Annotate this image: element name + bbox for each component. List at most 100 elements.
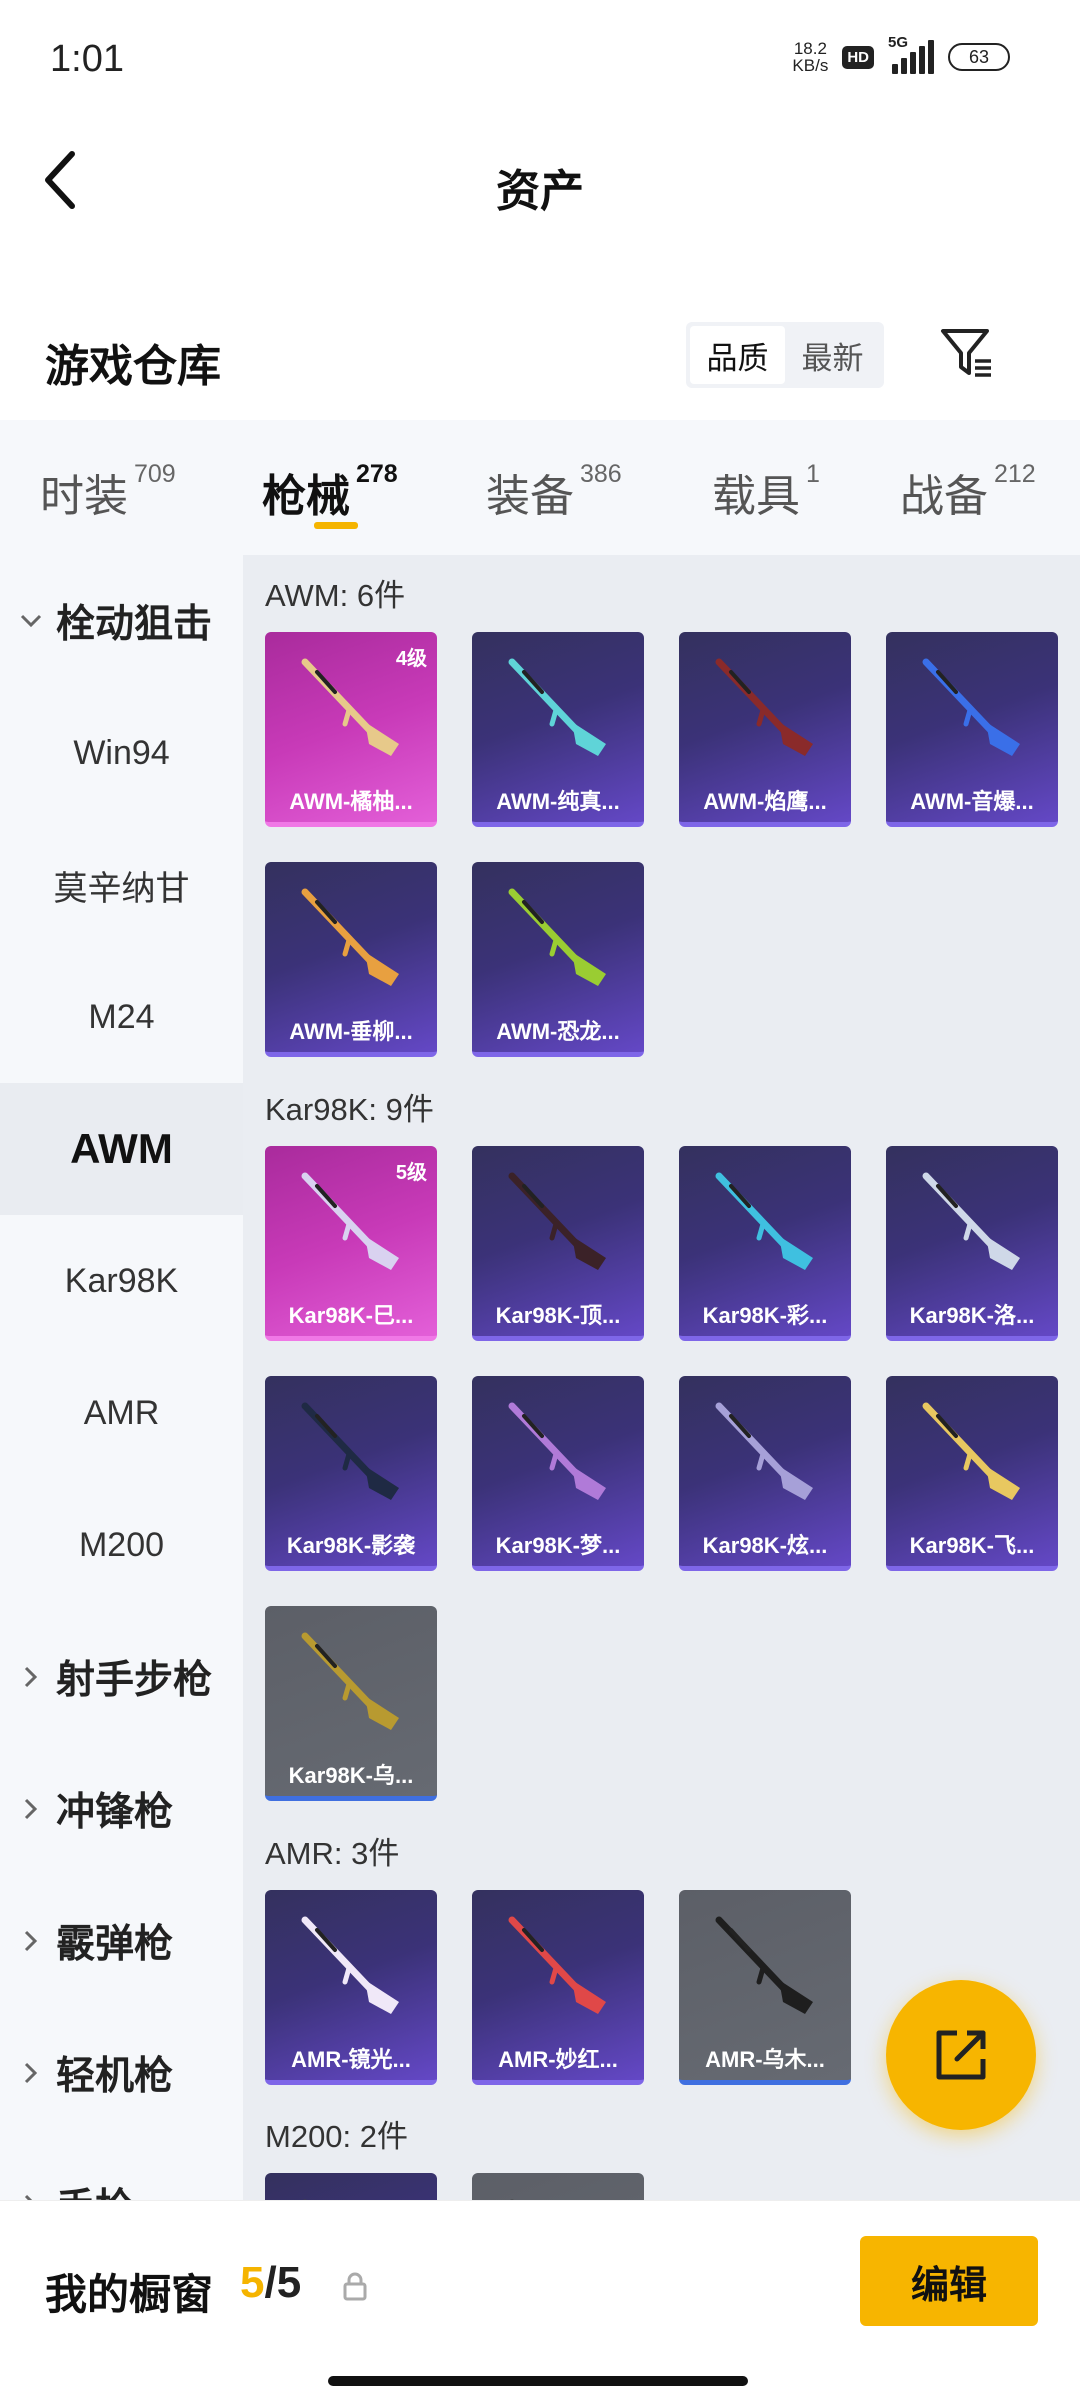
sort-toggle: 品质 最新 xyxy=(686,322,884,388)
tab-equipment[interactable]: 装备 386 xyxy=(486,460,622,524)
warehouse-title: 游戏仓库 xyxy=(45,342,221,391)
tab-label: 枪械 xyxy=(262,472,350,521)
rifle-icon xyxy=(508,1172,606,1270)
showcase-count: 5/5 xyxy=(240,2258,301,2308)
item-card[interactable]: Kar98K-顶... xyxy=(472,1146,644,1341)
item-name: Kar98K-洛... xyxy=(909,1303,1035,1328)
item-name: Kar98K-彩... xyxy=(702,1303,828,1328)
filter-button[interactable] xyxy=(932,318,1002,388)
network-speed: 18.2 KB/s xyxy=(792,40,828,74)
item-card[interactable]: AWM-垂柳... xyxy=(265,862,437,1057)
level-badge: 4级 xyxy=(395,648,427,670)
item-card[interactable]: Kar98K-乌... xyxy=(265,1606,437,1801)
item-card[interactable]: Kar98K-彩... xyxy=(679,1146,851,1341)
sidenav-label: 轻机枪 xyxy=(56,2055,174,2098)
sidenav-group-lmg[interactable]: 轻机枪 xyxy=(0,2007,243,2139)
weapon-category-nav: 栓动狙击 Win94 莫辛纳甘 M24 AWM Kar98K AMR M200 … xyxy=(0,555,243,2200)
item-card[interactable] xyxy=(472,2173,644,2200)
sort-quality-button[interactable]: 品质 xyxy=(690,326,785,384)
chevron-right-icon xyxy=(18,1796,44,1822)
item-card[interactable]: AMR-妙红... xyxy=(472,1890,644,2085)
status-time: 1:01 xyxy=(50,38,124,80)
rifle-icon xyxy=(301,1632,399,1730)
status-bar: 1:01 18.2 KB/s HD 5G 63 xyxy=(0,0,1080,120)
rifle-icon xyxy=(510,2199,514,2200)
share-button[interactable] xyxy=(886,1980,1036,2130)
network-type: 5G xyxy=(888,34,909,51)
sidenav-label: 冲锋枪 xyxy=(56,1791,174,1834)
item-card[interactable]: 5级 Kar98K-巳... xyxy=(265,1146,437,1341)
item-card[interactable]: AMR-镜光... xyxy=(265,1890,437,2085)
chevron-right-icon xyxy=(18,1664,44,1690)
chevron-right-icon xyxy=(18,1928,44,1954)
sidenav-group-smg[interactable]: 冲锋枪 xyxy=(0,1743,243,1875)
sidenav-item-kar98k[interactable]: Kar98K xyxy=(0,1215,243,1347)
section-title-m200: M200: 2件 xyxy=(265,2119,409,2154)
tab-vehicles[interactable]: 载具 1 xyxy=(712,460,820,524)
rifle-icon xyxy=(922,1402,1020,1500)
showcase-label: 我的橱窗 xyxy=(45,2271,214,2318)
category-tabs: 时装 709 枪械 278 装备 386 载具 1 战备 212 xyxy=(0,420,1080,555)
tab-count: 709 xyxy=(134,460,176,488)
item-name: AWM-纯真... xyxy=(496,789,620,814)
battery-icon: 63 xyxy=(948,43,1010,71)
item-name: Kar98K-梦... xyxy=(495,1533,621,1558)
sort-newest-button[interactable]: 最新 xyxy=(785,326,880,384)
sidenav-label: 射手步枪 xyxy=(56,1659,213,1702)
item-name: AWM-橘柚... xyxy=(289,789,413,814)
tab-supplies[interactable]: 战备 212 xyxy=(900,460,1036,524)
tab-label: 战备 xyxy=(900,472,988,521)
sidenav-group-marksman[interactable]: 射手步枪 xyxy=(0,1611,243,1743)
level-badge: 5级 xyxy=(395,1162,427,1184)
sidenav-item-amr[interactable]: AMR xyxy=(0,1347,243,1479)
tab-active-indicator xyxy=(314,522,358,529)
item-name: Kar98K-顶... xyxy=(495,1303,621,1328)
sidenav-item-m24[interactable]: M24 xyxy=(0,951,243,1083)
item-card[interactable]: Kar98K-飞... xyxy=(886,1376,1058,1571)
item-name: AMR-乌木... xyxy=(705,2047,825,2072)
rifle-icon xyxy=(922,1172,1020,1270)
rifle-icon xyxy=(301,888,399,986)
item-card[interactable]: AMR-乌木... xyxy=(679,1890,851,2085)
item-grid: AWM: 6件 4级 AWM-橘柚... AWM-纯真... AWM-焰鹰... … xyxy=(243,555,1080,2200)
sidenav-item-m200[interactable]: M200 xyxy=(0,1479,243,1611)
sidenav-group-pistol[interactable]: 手枪 xyxy=(0,2139,243,2200)
edit-button[interactable]: 编辑 xyxy=(860,2236,1038,2326)
rifle-icon xyxy=(301,1916,399,2014)
chevron-right-icon xyxy=(18,2060,44,2086)
item-card[interactable]: AWM-焰鹰... xyxy=(679,632,851,827)
item-card[interactable]: Kar98K-影袭 xyxy=(265,1376,437,1571)
share-icon xyxy=(936,2030,986,2080)
rifle-icon xyxy=(508,1916,606,2014)
sidenav-item-awm[interactable]: AWM xyxy=(0,1083,243,1215)
showcase-count-total: /5 xyxy=(264,2258,302,2307)
item-name: AMR-镜光... xyxy=(291,2047,411,2072)
sidenav-item-mosin[interactable]: 莫辛纳甘 xyxy=(0,819,243,951)
item-card[interactable]: 4级 AWM-橘柚... xyxy=(265,632,437,827)
sidenav-label: 栓动狙击 xyxy=(56,603,213,646)
item-card[interactable]: Kar98K-梦... xyxy=(472,1376,644,1571)
chevron-right-icon xyxy=(18,2192,44,2200)
item-name: AWM-焰鹰... xyxy=(703,789,827,814)
home-indicator[interactable] xyxy=(328,2376,748,2386)
network-speed-unit: KB/s xyxy=(792,56,829,75)
item-name: Kar98K-炫... xyxy=(702,1533,828,1558)
rifle-icon xyxy=(715,658,813,756)
battery-level: 63 xyxy=(968,46,990,67)
tab-fashion[interactable]: 时装 709 xyxy=(40,460,176,524)
filter-icon xyxy=(941,329,991,377)
sidenav-item-win94[interactable]: Win94 xyxy=(0,687,243,819)
item-card[interactable] xyxy=(265,2173,437,2200)
rifle-icon xyxy=(715,1402,813,1500)
sidenav-group-bolt-sniper[interactable]: 栓动狙击 xyxy=(0,555,243,687)
hd-icon: HD xyxy=(842,45,874,69)
item-card[interactable]: AWM-音爆... xyxy=(886,632,1058,827)
item-card[interactable]: AWM-恐龙... xyxy=(472,862,644,1057)
item-card[interactable]: AWM-纯真... xyxy=(472,632,644,827)
item-card[interactable]: Kar98K-洛... xyxy=(886,1146,1058,1341)
sidenav-label: 霰弹枪 xyxy=(56,1923,174,1966)
sidenav-group-shotgun[interactable]: 霰弹枪 xyxy=(0,1875,243,2007)
tab-firearms[interactable]: 枪械 278 xyxy=(262,460,398,524)
item-name: Kar98K-乌... xyxy=(288,1763,414,1788)
item-card[interactable]: Kar98K-炫... xyxy=(679,1376,851,1571)
